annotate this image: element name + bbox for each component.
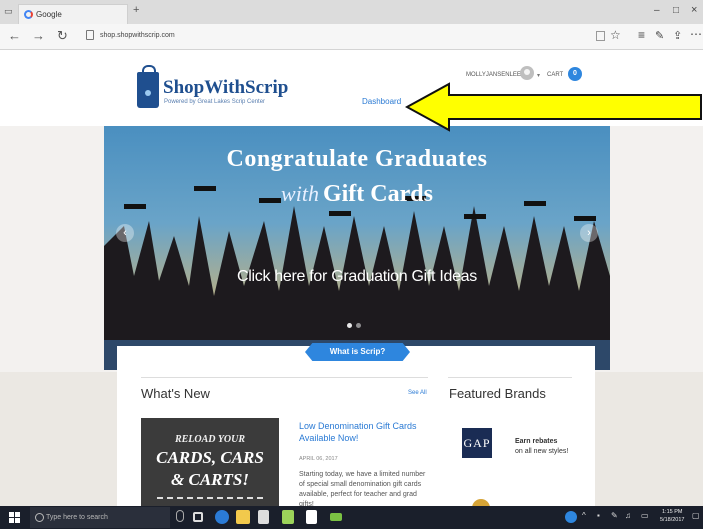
news-image-line: & CARTS!: [171, 470, 249, 489]
volume-icon[interactable]: ♫: [625, 511, 631, 520]
avatar[interactable]: [520, 66, 534, 80]
featured-brands-heading: Featured Brands: [449, 386, 546, 401]
yellow-annotation-arrow: [405, 82, 702, 132]
maximize-button[interactable]: □: [673, 5, 679, 16]
news-body: Starting today, we have a limited number…: [299, 471, 426, 508]
microphone-icon[interactable]: [176, 510, 184, 522]
hero-subtitle-script: with: [281, 181, 319, 206]
site-logo-title[interactable]: ShopWithScrip: [163, 77, 288, 99]
hero-subtitle-main: Gift Cards: [322, 181, 433, 207]
back-button[interactable]: ←: [8, 29, 21, 43]
more-icon[interactable]: ⋯: [690, 27, 702, 41]
clock-date: 5/18/2017: [660, 517, 685, 523]
hub-icon[interactable]: ≡: [638, 28, 645, 42]
site-logo-subtitle: Powered by Great Lakes Scrip Center: [164, 99, 266, 105]
carousel-next-button[interactable]: ›: [580, 224, 598, 242]
divider: [141, 377, 428, 378]
news-image[interactable]: RELOAD YOUR CARDS, CARS & CARTS!: [141, 418, 279, 508]
edge-browser-icon[interactable]: [215, 510, 229, 524]
divider: [448, 377, 572, 378]
app-icon[interactable]: [282, 510, 294, 524]
news-title-link[interactable]: Low Denomination Gift Cards Available No…: [299, 420, 439, 444]
refresh-button[interactable]: ↻: [57, 29, 68, 43]
rebate-subtitle: on all new styles!: [515, 448, 569, 455]
news-image-line: CARDS, CARS: [156, 448, 264, 467]
address-bar: ← → ↻ shop.shopwithscrip.com ☆ ≡ ✎ ⇪ ⋯: [0, 24, 703, 50]
cart-link[interactable]: CART: [547, 72, 563, 78]
clock-time: 1:15 PM: [661, 509, 683, 515]
app-icon[interactable]: [306, 510, 317, 524]
dashed-divider: [157, 497, 263, 499]
cart-count-badge[interactable]: 0: [568, 67, 582, 81]
hero-cta-link[interactable]: Click here for Graduation Gift Ideas: [104, 268, 610, 286]
keyboard-icon[interactable]: ▭: [641, 511, 649, 520]
reading-view-icon[interactable]: [596, 31, 605, 41]
taskbar-search-input[interactable]: Type here to search: [30, 507, 170, 528]
favorite-star-icon[interactable]: ☆: [610, 28, 621, 42]
tab-actions-icon[interactable]: ▭: [4, 6, 13, 17]
see-all-link[interactable]: See All: [408, 390, 427, 396]
tray-chevron-icon[interactable]: ^: [582, 511, 586, 520]
close-button[interactable]: ×: [691, 4, 697, 16]
forward-button[interactable]: →: [32, 29, 45, 43]
brand-rebate-text: Earn rebates on all new styles!: [515, 437, 568, 457]
chevron-down-icon[interactable]: ▾: [537, 72, 540, 79]
news-date: APRIL 06, 2017: [299, 456, 338, 462]
browser-tab[interactable]: Google: [18, 4, 128, 24]
browser-tab-bar: ▭ Google + – □ ×: [0, 0, 703, 24]
share-icon[interactable]: ⇪: [673, 29, 682, 42]
dashboard-link[interactable]: Dashboard: [362, 97, 401, 106]
whats-new-heading: What's New: [141, 386, 210, 401]
rebate-title: Earn rebates: [515, 438, 558, 445]
tray-app-icon[interactable]: [565, 511, 577, 523]
carousel-dot[interactable]: [356, 323, 361, 328]
url-field[interactable]: shop.shopwithscrip.com: [100, 32, 175, 39]
file-explorer-icon[interactable]: [236, 510, 250, 524]
web-note-icon[interactable]: ✎: [655, 29, 664, 42]
pen-icon[interactable]: ✎: [611, 511, 618, 520]
taskbar-clock[interactable]: 1:15 PM 5/18/2017: [660, 508, 684, 524]
minimize-button[interactable]: –: [654, 5, 660, 16]
google-icon: [24, 10, 33, 19]
notifications-icon[interactable]: ▢: [692, 511, 700, 520]
carousel-dots[interactable]: [347, 323, 361, 328]
tab-title: Google: [36, 10, 62, 19]
shopping-bag-logo-icon[interactable]: [137, 65, 159, 108]
hero-title: Congratulate Graduates: [226, 146, 488, 172]
windows-start-icon[interactable]: [9, 512, 20, 523]
hero-subtitle: with Gift Cards: [104, 181, 610, 208]
gap-brand-logo[interactable]: GAP: [462, 428, 492, 458]
network-icon[interactable]: ▪: [597, 511, 600, 520]
task-view-icon[interactable]: [193, 512, 203, 522]
carousel-dot[interactable]: [347, 323, 352, 328]
store-icon[interactable]: [258, 510, 269, 524]
new-tab-button[interactable]: +: [133, 4, 139, 16]
carousel-prev-button[interactable]: ‹: [116, 224, 134, 242]
username-link[interactable]: MOLLYJANSENLEE: [466, 72, 521, 78]
news-image-line: RELOAD YOUR: [174, 434, 246, 445]
what-is-scrip-button[interactable]: What is Scrip?: [305, 343, 410, 361]
lock-icon: [86, 30, 94, 40]
app-icon[interactable]: [330, 513, 342, 521]
hero-banner[interactable]: Congratulate Graduates with Gift Cards Cl…: [104, 126, 610, 370]
